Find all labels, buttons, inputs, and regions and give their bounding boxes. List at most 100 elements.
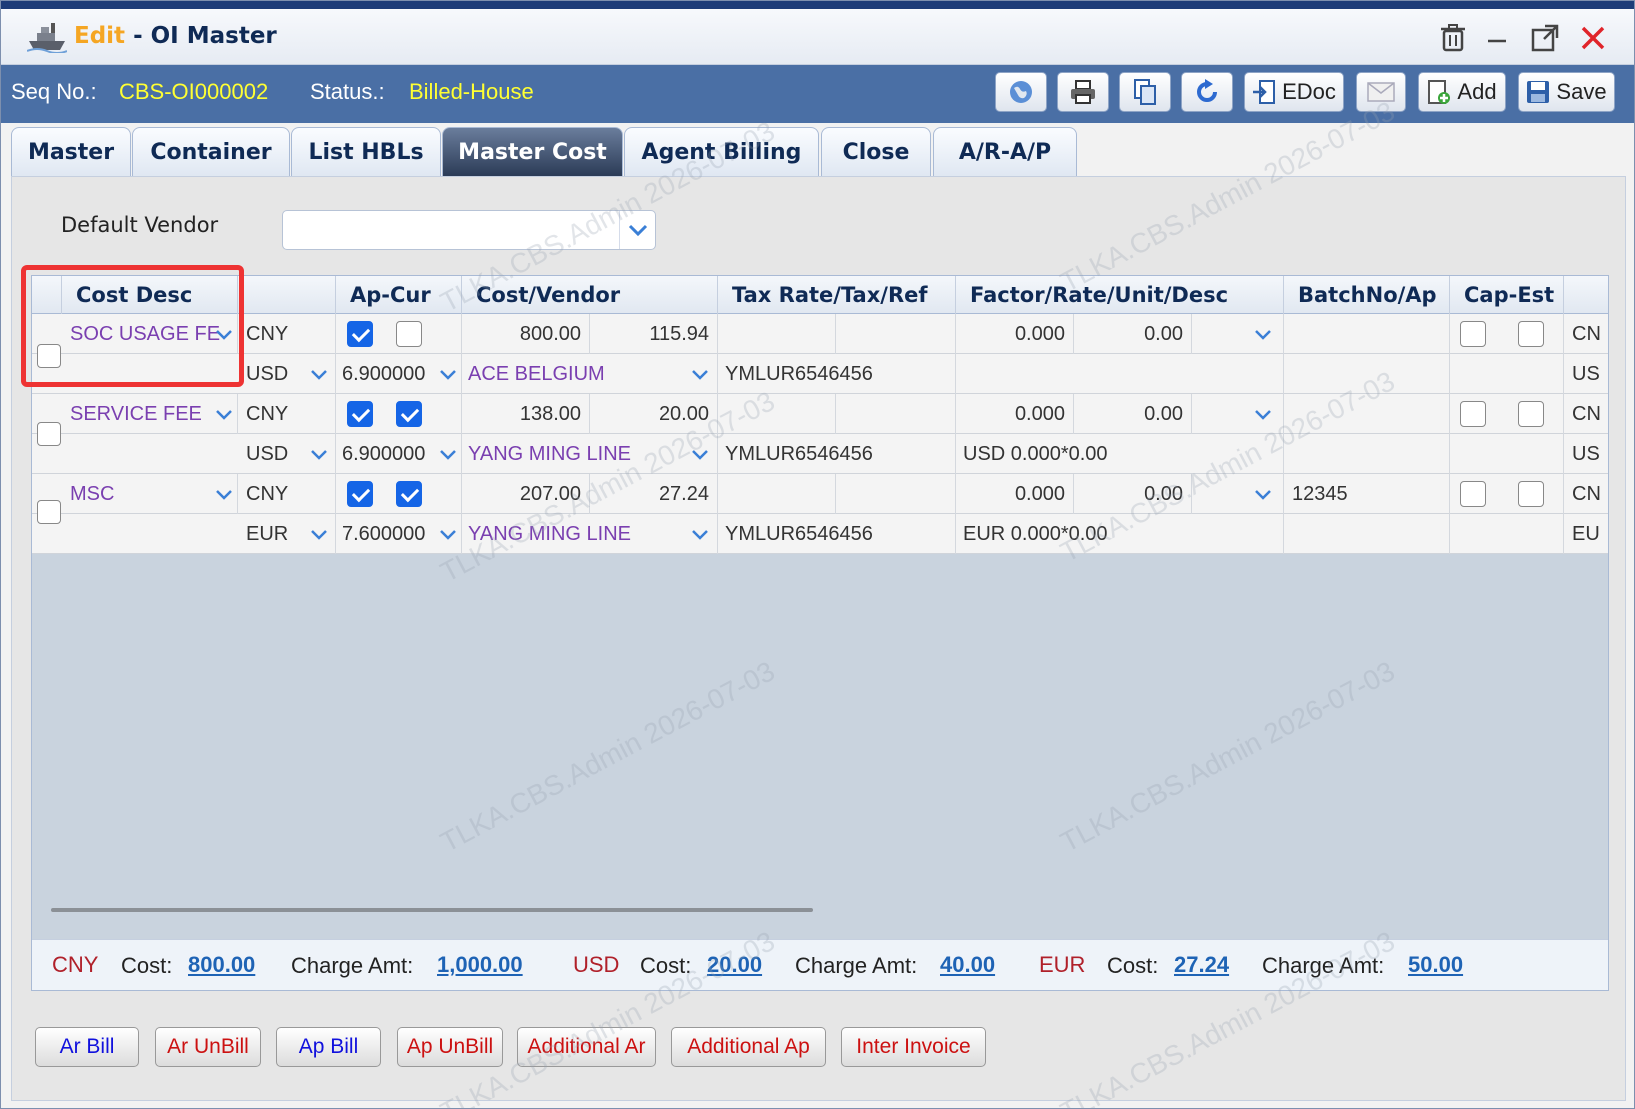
table-row[interactable]: SOC USAGE FE CNY 800.00 115.94 0.000 0.0… <box>32 314 1608 354</box>
tab-list-hbls[interactable]: List HBLs <box>291 127 441 177</box>
summary-charge-link[interactable]: 50.00 <box>1408 952 1463 978</box>
tax-cell[interactable] <box>836 394 956 434</box>
summary-charge-link[interactable]: 1,000.00 <box>437 952 523 978</box>
vendor-cell[interactable]: ACE BELGIUM <box>462 354 718 394</box>
charge-cell[interactable]: 27.24 <box>590 474 718 514</box>
ref-cell[interactable]: YMLUR6546456 <box>718 434 956 474</box>
tax-rate-cell[interactable] <box>718 314 836 354</box>
tab-container[interactable]: Container <box>132 127 290 177</box>
chevron-down-icon[interactable] <box>214 485 234 505</box>
chevron-down-icon[interactable] <box>690 445 710 465</box>
charge-cell[interactable]: 20.00 <box>590 394 718 434</box>
table-row[interactable]: MSC CNY 207.00 27.24 0.000 0.00 12345 CN <box>32 474 1608 514</box>
chevron-down-icon[interactable] <box>214 405 234 425</box>
checkbox[interactable] <box>396 321 422 347</box>
summary-cost-link[interactable]: 20.00 <box>707 952 762 978</box>
maximize-icon[interactable] <box>1528 21 1562 55</box>
tab-master[interactable]: Master <box>11 127 131 177</box>
tab-ar-ap[interactable]: A/R-A/P <box>933 127 1077 177</box>
tab-master-cost[interactable]: Master Cost <box>442 127 623 177</box>
checkbox[interactable] <box>396 481 422 507</box>
checkbox[interactable] <box>347 401 373 427</box>
print-button[interactable] <box>1057 72 1109 112</box>
cost-cell[interactable]: 800.00 <box>462 314 590 354</box>
close-icon[interactable] <box>1576 21 1610 55</box>
checkbox[interactable] <box>1518 401 1544 427</box>
factor-cell[interactable]: 0.000 <box>956 394 1074 434</box>
col-tax: Tax Rate/Tax/Ref <box>718 276 956 314</box>
table-row[interactable]: USD 6.900000 YANG MING LINE YMLUR6546456… <box>32 434 1608 474</box>
ar-bill-button[interactable]: Ar Bill <box>35 1027 139 1067</box>
batch-cell[interactable] <box>1284 314 1450 354</box>
row-select-checkbox[interactable] <box>37 500 61 524</box>
cost-cell[interactable]: 138.00 <box>462 394 590 434</box>
tax-rate-cell[interactable] <box>718 474 836 514</box>
minimize-icon[interactable] <box>1480 21 1514 55</box>
tax-rate-cell[interactable] <box>718 394 836 434</box>
vendor-cell[interactable]: YANG MING LINE <box>462 514 718 554</box>
chevron-down-icon[interactable] <box>309 525 329 545</box>
summary-cost-link[interactable]: 800.00 <box>188 952 255 978</box>
inter-invoice-button[interactable]: Inter Invoice <box>841 1027 986 1067</box>
chevron-down-icon[interactable] <box>309 365 329 385</box>
checkbox[interactable] <box>1460 321 1486 347</box>
charge-cell[interactable]: 115.94 <box>590 314 718 354</box>
save-button[interactable]: Save <box>1518 72 1615 112</box>
table-row[interactable]: SERVICE FEE CNY 138.00 20.00 0.000 0.00 … <box>32 394 1608 434</box>
ap-unbill-button[interactable]: Ap UnBill <box>397 1027 503 1067</box>
chevron-down-icon[interactable] <box>619 211 655 249</box>
additional-ar-button[interactable]: Additional Ar <box>517 1027 656 1067</box>
batch-cell[interactable]: 12345 <box>1284 474 1450 514</box>
tax-cell[interactable] <box>836 474 956 514</box>
copy-button[interactable] <box>1119 72 1171 112</box>
factor-cell[interactable]: 0.000 <box>956 474 1074 514</box>
chevron-down-icon[interactable] <box>1253 325 1273 345</box>
checkbox[interactable] <box>1460 481 1486 507</box>
checkbox[interactable] <box>396 401 422 427</box>
batch-cell[interactable] <box>1284 394 1450 434</box>
factor-cell[interactable]: 0.000 <box>956 314 1074 354</box>
ref-cell[interactable]: YMLUR6546456 <box>718 354 956 394</box>
table-row[interactable]: EUR 7.600000 YANG MING LINE YMLUR6546456… <box>32 514 1608 554</box>
tax-cell[interactable] <box>836 314 956 354</box>
email-button[interactable] <box>1356 72 1406 112</box>
chevron-down-icon[interactable] <box>1253 485 1273 505</box>
globe-button[interactable] <box>995 72 1047 112</box>
edoc-button[interactable]: EDoc <box>1244 72 1344 112</box>
row-select-checkbox[interactable] <box>37 422 61 446</box>
default-vendor-select[interactable] <box>282 210 656 250</box>
currency-cell: CNY <box>238 474 336 514</box>
chevron-down-icon[interactable] <box>438 365 458 385</box>
cost-cell[interactable]: 207.00 <box>462 474 590 514</box>
checkbox[interactable] <box>347 321 373 347</box>
horizontal-scrollbar[interactable] <box>51 908 813 912</box>
ar-unbill-button[interactable]: Ar UnBill <box>155 1027 261 1067</box>
cost-desc-cell[interactable]: MSC <box>62 474 238 514</box>
delete-icon[interactable] <box>1436 21 1470 55</box>
vendor-cell[interactable]: YANG MING LINE <box>462 434 718 474</box>
checkbox[interactable] <box>347 481 373 507</box>
ap-bill-button[interactable]: Ap Bill <box>276 1027 381 1067</box>
summary-cost-link[interactable]: 27.24 <box>1174 952 1229 978</box>
rate-cell[interactable]: 0.00 <box>1074 394 1192 434</box>
chevron-down-icon[interactable] <box>690 525 710 545</box>
table-row[interactable]: USD 6.900000 ACE BELGIUM YMLUR6546456 US <box>32 354 1608 394</box>
add-button[interactable]: Add <box>1418 72 1506 112</box>
tab-agent-billing[interactable]: Agent Billing <box>624 127 819 177</box>
cost-desc-cell[interactable]: SERVICE FEE <box>62 394 238 434</box>
rate-cell[interactable]: 0.00 <box>1074 474 1192 514</box>
refresh-button[interactable] <box>1181 72 1233 112</box>
checkbox[interactable] <box>1460 401 1486 427</box>
chevron-down-icon[interactable] <box>309 445 329 465</box>
summary-charge-link[interactable]: 40.00 <box>940 952 995 978</box>
checkbox[interactable] <box>1518 481 1544 507</box>
rate-cell[interactable]: 0.00 <box>1074 314 1192 354</box>
checkbox[interactable] <box>1518 321 1544 347</box>
chevron-down-icon[interactable] <box>438 445 458 465</box>
additional-ap-button[interactable]: Additional Ap <box>671 1027 826 1067</box>
tab-close[interactable]: Close <box>821 127 931 177</box>
chevron-down-icon[interactable] <box>1253 405 1273 425</box>
chevron-down-icon[interactable] <box>438 525 458 545</box>
ref-cell[interactable]: YMLUR6546456 <box>718 514 956 554</box>
chevron-down-icon[interactable] <box>690 365 710 385</box>
